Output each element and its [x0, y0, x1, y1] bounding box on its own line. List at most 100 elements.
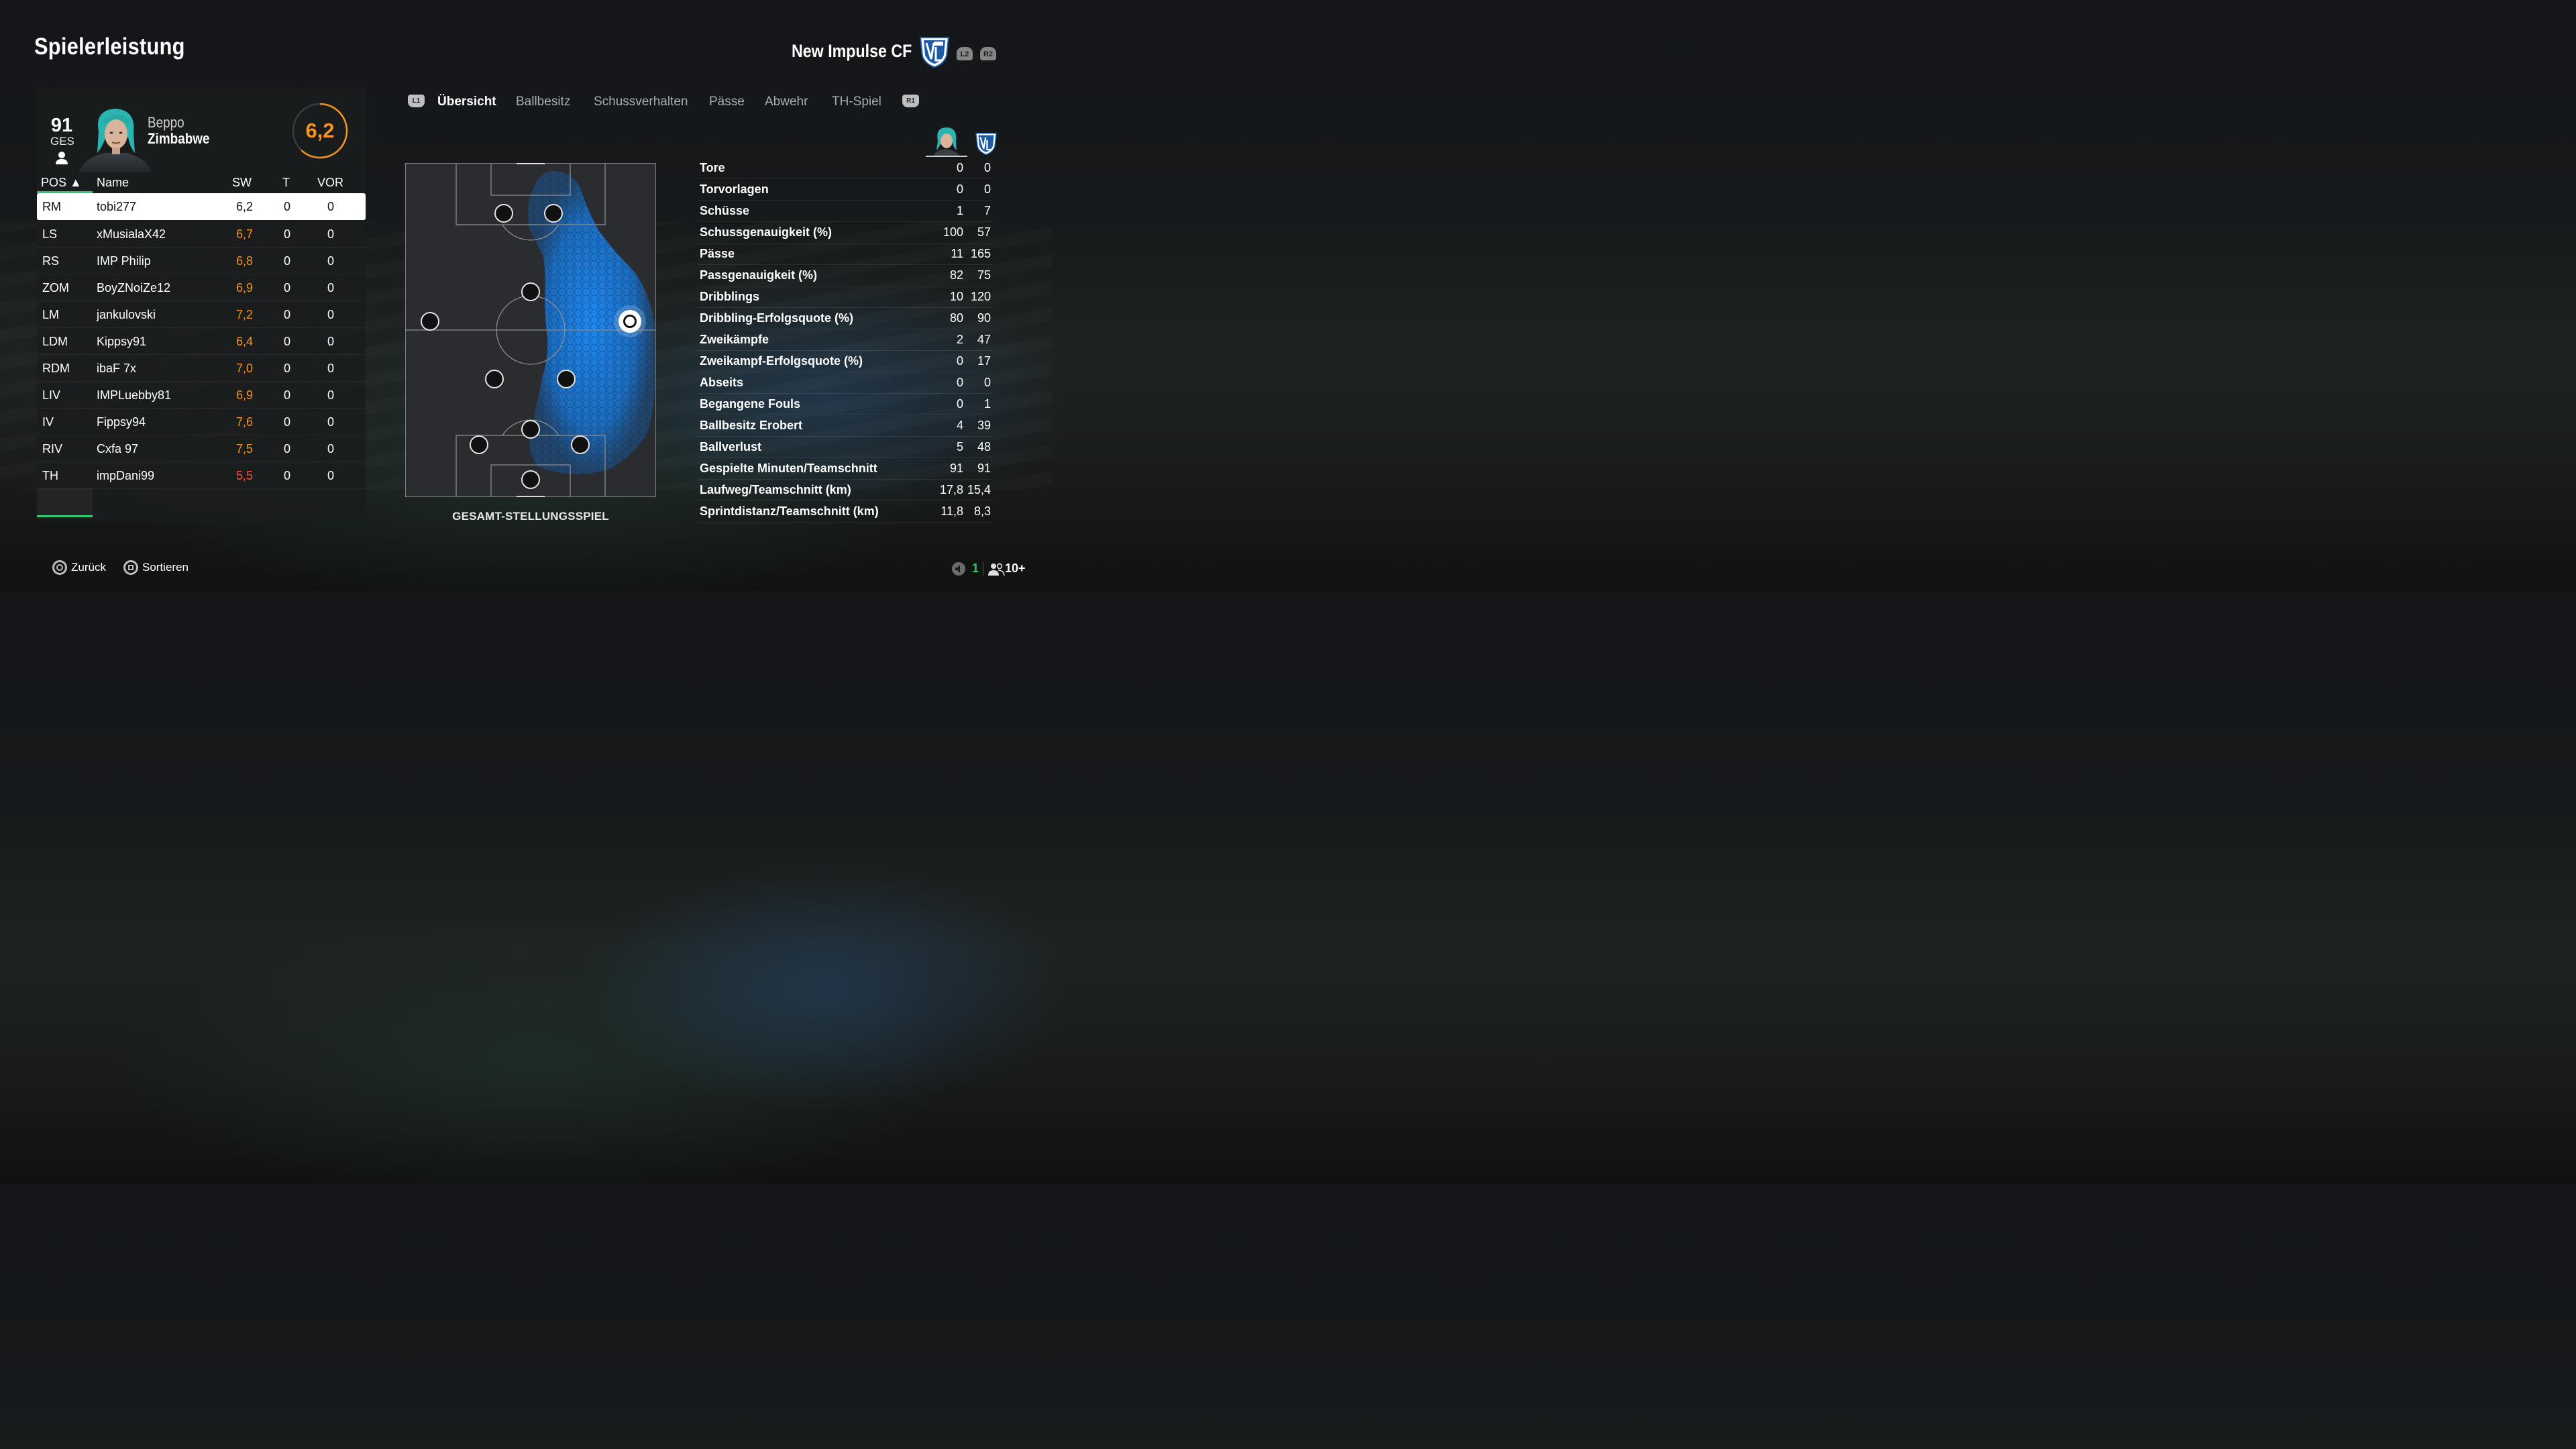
table-row[interactable]: RIV Cxfa 97 7,5 0 0 — [37, 435, 366, 462]
row-rating: 6,2 — [235, 200, 253, 213]
table-row[interactable]: RM tobi277 6,2 0 0 — [37, 193, 366, 220]
row-name: Kippsy91 — [97, 335, 147, 348]
l2-button-icon[interactable]: L2 — [957, 47, 973, 60]
stat-team-value: 90 — [977, 311, 991, 325]
tab-uebersicht[interactable]: Übersicht — [437, 95, 496, 109]
stat-label: Zweikampf-Erfolgsquote (%) — [700, 354, 863, 368]
row-assists: 0 — [327, 308, 334, 321]
row-assists: 0 — [327, 415, 334, 429]
row-pos: LS — [42, 227, 58, 241]
match-rating-value: 6,2 — [305, 119, 335, 142]
table-row[interactable]: RDM ibaF 7x 7,0 0 0 — [37, 355, 366, 382]
row-goals: 0 — [283, 388, 290, 402]
stat-player-value: 0 — [956, 397, 963, 411]
table-row[interactable]: TH impDani99 5,5 0 0 — [37, 462, 366, 489]
stat-row: Schussgenauigkeit (%) 100 57 — [698, 222, 993, 244]
col-vor-header[interactable]: VOR — [317, 176, 343, 190]
player-marker — [494, 204, 513, 223]
stat-label: Ballbesitz Erobert — [700, 419, 803, 432]
l1-button-icon[interactable]: L1 — [408, 95, 425, 107]
row-assists: 0 — [327, 335, 334, 348]
col-sw-header[interactable]: SW — [232, 176, 252, 190]
sort-label: Sortieren — [142, 561, 189, 574]
stat-player-value: 0 — [956, 376, 963, 389]
speaker-icon — [952, 562, 965, 576]
person-icon — [56, 152, 68, 164]
row-assists: 0 — [327, 362, 334, 375]
stat-row: Sprintdistanz/Teamschnitt (km) 11,8 8,3 — [698, 501, 993, 523]
tab-th-spiel[interactable]: TH-Spiel — [832, 95, 881, 109]
player-name: Beppo Zimbabwe — [148, 115, 210, 147]
online-count: 1 — [972, 561, 979, 575]
stat-label: Laufweg/Teamschnitt (km) — [700, 483, 851, 496]
stat-team-value: 39 — [977, 419, 991, 432]
row-rating: 7,6 — [235, 415, 253, 429]
square-button-icon — [123, 560, 138, 575]
session-status: 1 10+ — [951, 559, 1045, 578]
button-hints: Zurück Sortieren — [52, 560, 321, 579]
table-row[interactable]: RS IMP Philip 6,8 0 0 — [37, 248, 366, 274]
stat-team-value: 17 — [977, 354, 991, 368]
stat-row: Torvorlagen 0 0 — [698, 179, 993, 201]
stat-row: Abseits 0 0 — [698, 372, 993, 394]
col-t-header[interactable]: T — [282, 176, 290, 190]
table-row[interactable]: IV Fippsy94 7,6 0 0 — [37, 409, 366, 435]
r2-button-icon[interactable]: R2 — [980, 47, 996, 60]
stat-row: Zweikämpfe 2 47 — [698, 329, 993, 351]
stat-label: Schussgenauigkeit (%) — [700, 225, 833, 239]
row-assists: 0 — [327, 388, 334, 402]
stat-row: Tore 0 0 — [698, 158, 993, 179]
overall-value: 91 — [50, 115, 73, 136]
row-assists: 0 — [327, 227, 334, 241]
stat-player-value: 17,8 — [939, 483, 963, 496]
tab-paesse[interactable]: Pässe — [709, 95, 745, 109]
row-assists: 0 — [327, 469, 334, 482]
player-marker — [557, 370, 576, 388]
row-name: jankulovski — [97, 308, 156, 321]
table-row[interactable]: LS xMusialaX42 6,7 0 0 — [37, 221, 366, 248]
col-pos-header[interactable]: POS ▲ — [41, 176, 82, 190]
stat-player-value: 82 — [949, 268, 963, 282]
row-rating: 5,5 — [235, 469, 253, 482]
row-rating: 6,8 — [235, 254, 253, 268]
stat-player-value: 0 — [956, 182, 963, 196]
stat-label: Schüsse — [700, 204, 750, 217]
col-name-header[interactable]: Name — [97, 176, 129, 190]
stat-label: Ballverlust — [700, 440, 762, 453]
player-marker — [521, 282, 540, 301]
row-goals: 0 — [283, 281, 290, 294]
table-row[interactable]: LM jankulovski 7,2 0 0 — [37, 301, 366, 328]
row-goals: 0 — [283, 335, 290, 348]
stat-label: Pässe — [700, 247, 735, 260]
table-row[interactable]: ZOM BoyZNoiZe12 6,9 0 0 — [37, 274, 366, 301]
row-pos: LM — [42, 308, 60, 321]
stat-row: Passgenauigkeit (%) 82 75 — [698, 265, 993, 286]
circle-button-icon — [52, 560, 67, 575]
squad-panel: 91 GES Beppo Zimbabwe 6,2 POS ▲ Name SW … — [37, 89, 366, 521]
player-thumbnail-icon — [926, 127, 967, 157]
stats-column-icons — [926, 126, 1000, 157]
tab-abwehr[interactable]: Abwehr — [765, 95, 808, 109]
player-marker — [485, 370, 504, 388]
overall-label: GES — [50, 135, 74, 148]
team-name: New Impulse CF — [792, 41, 912, 61]
stat-label: Abseits — [700, 376, 744, 389]
stat-label: Dribbling-Erfolgsquote (%) — [700, 311, 853, 325]
row-name: IMP Philip — [97, 254, 151, 268]
stat-team-value: 48 — [977, 440, 991, 453]
stat-team-value: 75 — [977, 268, 991, 282]
player-marker — [571, 435, 590, 454]
r1-button-icon[interactable]: R1 — [902, 95, 919, 107]
sort-button[interactable]: Sortieren — [123, 560, 189, 575]
back-button[interactable]: Zurück — [52, 560, 106, 575]
tab-schussverhalten[interactable]: Schussverhalten — [594, 95, 688, 109]
players-count: 10+ — [1005, 561, 1026, 575]
row-rating: 7,2 — [235, 308, 253, 321]
table-row[interactable]: LDM Kippsy91 6,4 0 0 — [37, 328, 366, 355]
table-row[interactable]: LIV IMPLuebby81 6,9 0 0 — [37, 382, 366, 409]
stat-label: Sprintdistanz/Teamschnitt (km) — [700, 504, 879, 518]
tab-ballbesitz[interactable]: Ballbesitz — [516, 95, 570, 109]
row-goals: 0 — [283, 200, 290, 213]
stat-label: Gespielte Minuten/Teamschnitt — [700, 462, 877, 475]
row-rating: 6,4 — [235, 335, 253, 348]
